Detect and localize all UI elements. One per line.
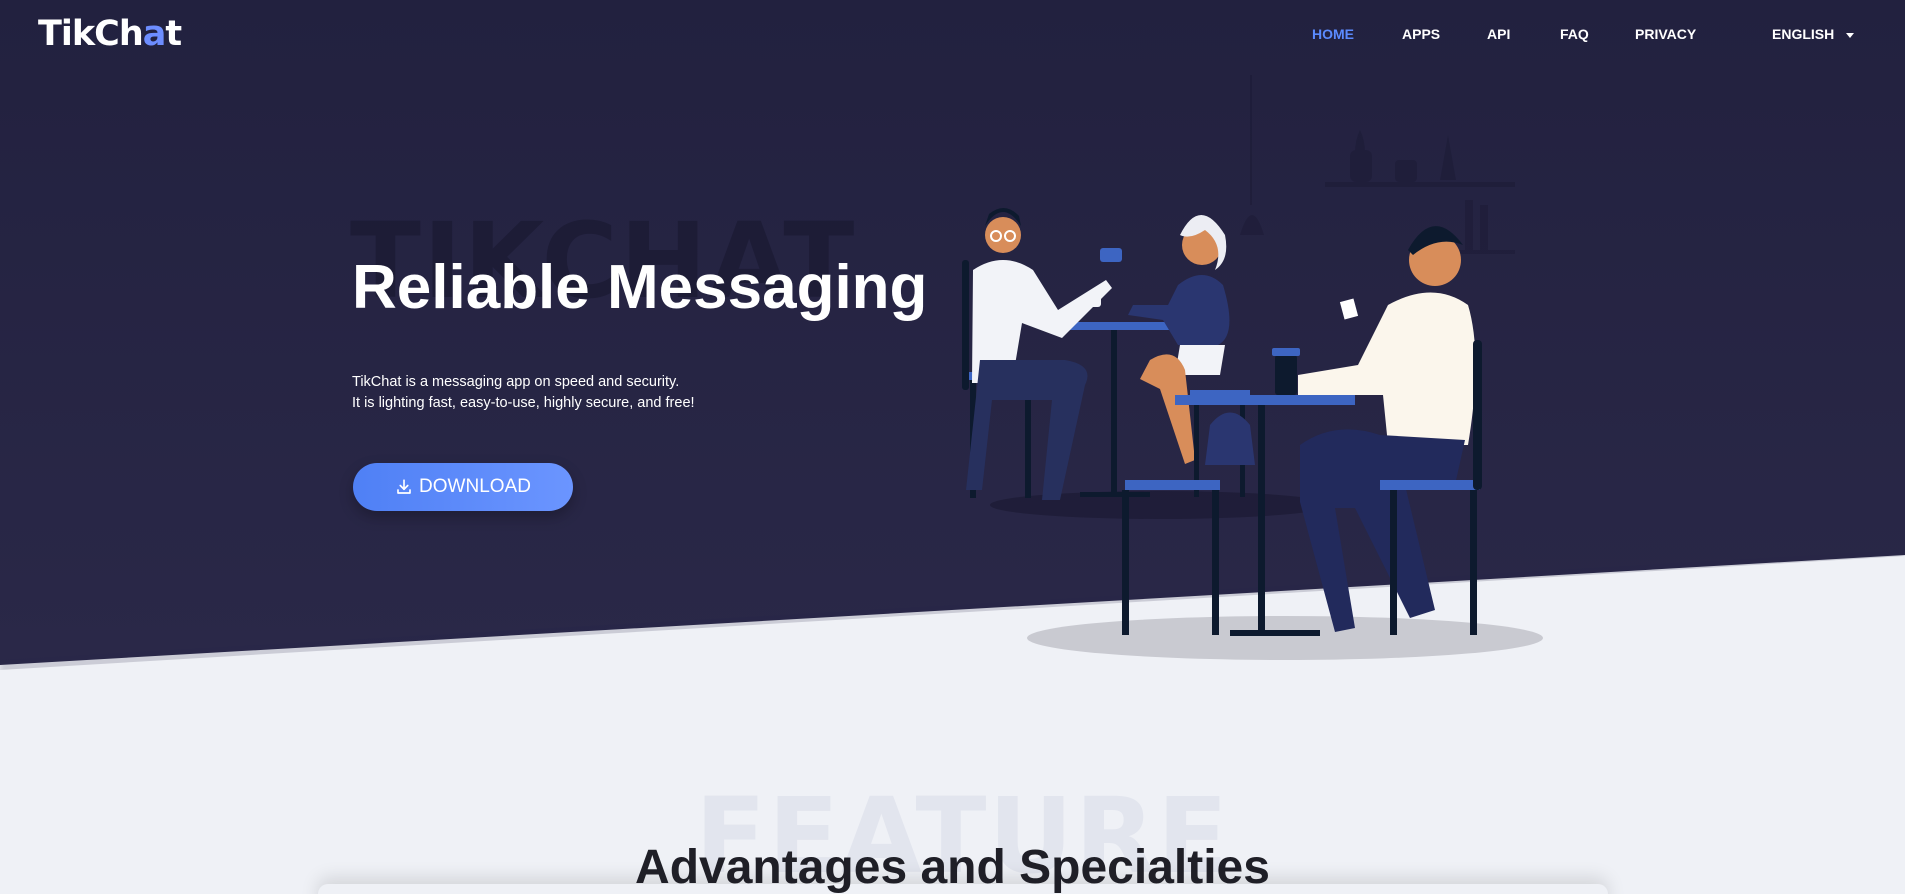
language-selector[interactable]: ENGLISH [1772,26,1855,42]
hero-title: Reliable Messaging [352,253,928,322]
download-button[interactable]: DOWNLOAD [353,463,573,511]
nav-api[interactable]: API [1487,26,1510,42]
hero-desc-line-1: TikChat is a messaging app on speed and … [352,374,680,390]
chevron-down-icon [1846,32,1855,38]
download-icon [397,479,411,494]
features-title: Advantages and Specialties [635,841,1270,894]
nav-home[interactable]: HOME [1312,26,1354,42]
hero-description: TikChat is a messaging app on speed and … [352,372,695,414]
nav-privacy[interactable]: PRIVACY [1635,26,1696,42]
cafe-illustration [962,75,1543,660]
nav-apps[interactable]: APPS [1402,26,1440,42]
language-label: ENGLISH [1772,26,1835,42]
nav-faq[interactable]: FAQ [1560,26,1589,42]
hero-desc-line-2: It is lighting fast, easy-to-use, highly… [352,395,695,411]
download-label: DOWNLOAD [419,476,531,497]
main-nav: HOME APPS API FAQ PRIVACY [0,26,1905,46]
